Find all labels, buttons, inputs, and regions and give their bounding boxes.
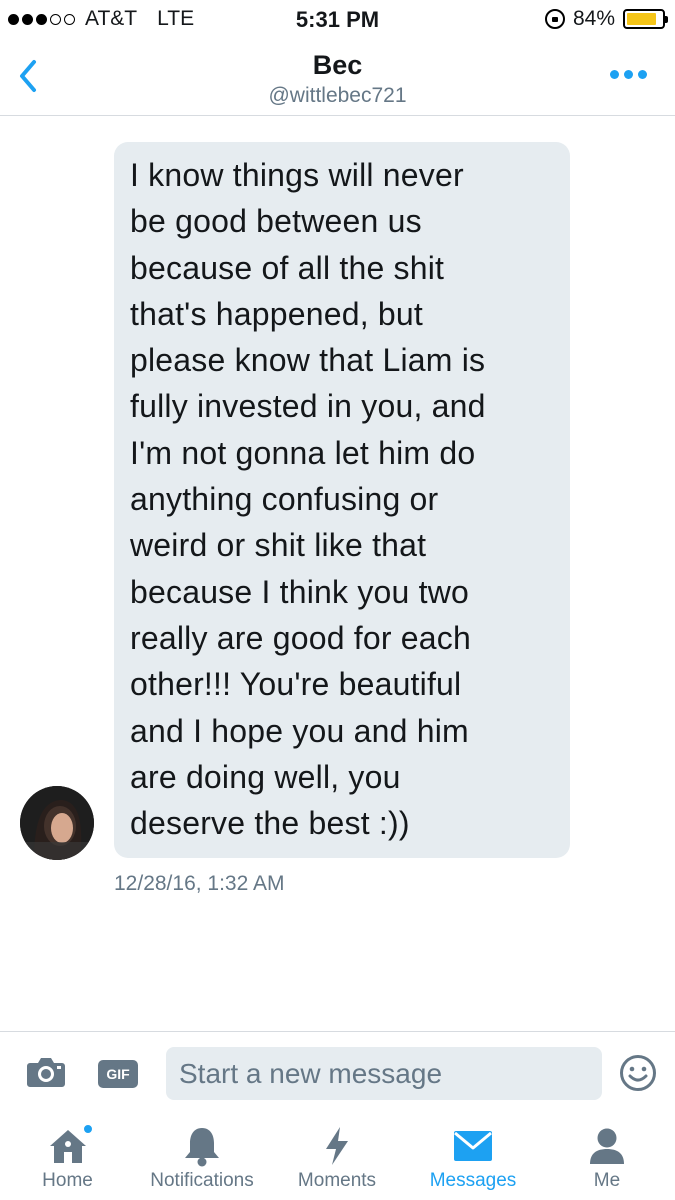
- tab-label: Messages: [429, 1170, 517, 1191]
- camera-icon: [27, 1058, 65, 1087]
- more-dots-icon: [610, 70, 619, 79]
- home-badge: [81, 1123, 94, 1135]
- envelope-icon: [453, 1121, 493, 1171]
- tab-moments[interactable]: Moments: [288, 1113, 386, 1200]
- gif-button[interactable]: GIF: [98, 1060, 138, 1088]
- tab-home[interactable]: Home: [20, 1113, 115, 1200]
- rotation-lock-icon: [544, 9, 565, 29]
- home-icon: [48, 1121, 94, 1171]
- more-options-button[interactable]: [610, 70, 647, 79]
- message-bubble[interactable]: I know things will never be good between…: [114, 142, 570, 858]
- message-timestamp: 12/28/16, 1:32 AM: [114, 872, 285, 895]
- camera-button[interactable]: [26, 1056, 66, 1088]
- tab-bar: Home Notifications Moments Messages Me: [0, 1113, 675, 1200]
- message-text: I know things will never be good between…: [130, 157, 486, 842]
- bell-icon: [182, 1121, 222, 1171]
- tab-notifications[interactable]: Notifications: [134, 1113, 270, 1200]
- battery-level: [627, 13, 656, 25]
- avatar-photo: [20, 786, 94, 860]
- contact-handle: @wittlebec721: [268, 84, 407, 107]
- smiley-icon: [620, 1055, 656, 1091]
- tab-label: Me: [593, 1170, 621, 1191]
- status-right: 84%: [544, 7, 668, 31]
- battery-icon: [623, 9, 668, 29]
- message-composer: GIF: [0, 1031, 675, 1113]
- contact-name: Bec: [312, 50, 363, 80]
- message-input[interactable]: [166, 1047, 602, 1100]
- tab-label: Moments: [297, 1170, 377, 1191]
- emoji-button[interactable]: [619, 1054, 657, 1092]
- avatar[interactable]: [20, 786, 94, 860]
- tab-me[interactable]: Me: [570, 1113, 644, 1200]
- battery-percent: 84%: [572, 7, 615, 30]
- lightning-icon: [322, 1121, 352, 1171]
- conversation-header: Bec @wittlebec721: [0, 38, 675, 116]
- tab-messages[interactable]: Messages: [419, 1113, 527, 1200]
- tab-label: Home: [42, 1170, 93, 1191]
- tab-label: Notifications: [150, 1170, 254, 1191]
- person-icon: [588, 1121, 626, 1171]
- status-bar: AT&T LTE 5:31 PM 84%: [0, 0, 675, 38]
